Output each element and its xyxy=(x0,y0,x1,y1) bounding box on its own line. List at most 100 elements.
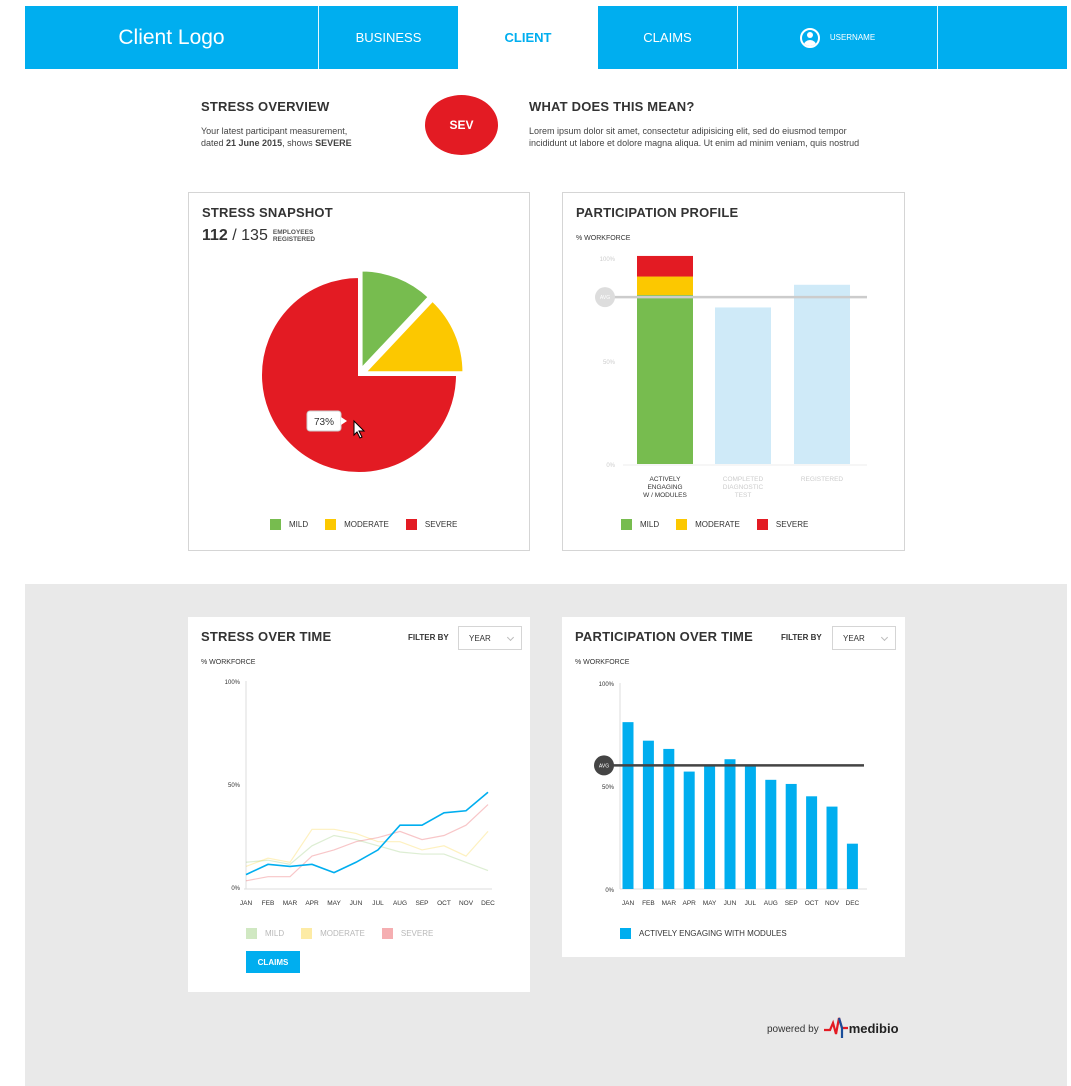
legend-swatch-engaging xyxy=(620,928,631,939)
user-icon xyxy=(799,27,820,48)
stress-x-tick: MAR xyxy=(283,900,298,907)
legend-swatch-mild xyxy=(621,519,632,530)
powered-by: powered by medibio xyxy=(767,1014,899,1038)
participation-x-tick: JUN xyxy=(724,900,737,907)
meaning-text: Lorem ipsum dolor sit amet, consectetur … xyxy=(529,125,859,149)
participation-x-tick: AUG xyxy=(764,900,778,907)
legend-mild: MILD xyxy=(621,519,659,530)
legend-swatch-severe xyxy=(381,928,393,939)
legend-moderate: MODERATE xyxy=(325,519,389,530)
legend-label-moderate: MODERATE xyxy=(695,520,740,529)
participation-x-tick: MAY xyxy=(703,900,717,907)
participation-y-tick: 0% xyxy=(605,888,614,894)
legend-label-mild: MILD xyxy=(289,520,309,529)
legend-severe: SEVERE xyxy=(405,519,457,530)
participation-x-tick: JAN xyxy=(622,900,635,907)
participation-bar xyxy=(724,759,736,889)
stress-x-tick: JUN xyxy=(350,900,363,907)
legend-swatch-moderate xyxy=(325,519,337,530)
stress-time-legend: MILD MODERATE SEVERE xyxy=(246,928,450,939)
legend-swatch-severe xyxy=(756,519,768,530)
stress-x-tick: JAN xyxy=(240,900,253,907)
legend-severe: SEVERE xyxy=(756,519,808,530)
legend-mild[interactable]: MILD xyxy=(246,928,284,939)
legend-moderate[interactable]: MODERATE xyxy=(301,928,365,939)
participation-x-tick: NOV xyxy=(825,900,840,907)
participation-bar xyxy=(785,783,797,889)
stress-series-claims xyxy=(245,791,489,876)
legend-actively-engaging: ACTIVELY ENGAGING WITH MODULES xyxy=(620,928,787,939)
participation-x-tick: MAR xyxy=(662,900,677,907)
profile-bar-diagnostic xyxy=(715,307,771,464)
nav-claims-tab[interactable]: CLAIMS xyxy=(598,6,737,69)
top-nav: Client Logo BUSINESS CLIENT CLAIMS USERN… xyxy=(25,6,1067,69)
claims-button[interactable]: CLAIMS xyxy=(246,951,300,973)
stress-x-tick: MAY xyxy=(327,900,341,907)
meaning-line1: Lorem ipsum dolor sit amet, consectetur … xyxy=(529,126,847,136)
severity-badge: SEV xyxy=(425,95,498,155)
stress-overview-text: Your latest participant measurement, dat… xyxy=(201,125,352,149)
participation-x-tick: SEP xyxy=(785,900,798,907)
stress-over-time-card: STRESS OVER TIME FILTER BY YEAR % WORKFO… xyxy=(188,617,530,992)
participation-profile-card: PARTICIPATION PROFILE % WORKFORCE 100% 50… xyxy=(562,192,905,551)
participation-bar xyxy=(663,748,675,889)
participation-y-tick: 100% xyxy=(599,682,615,688)
stress-x-tick: FEB xyxy=(262,900,275,907)
legend-swatch-mild xyxy=(270,519,281,530)
legend-label-moderate: MODERATE xyxy=(344,520,389,529)
stress-level: SEVERE xyxy=(315,138,352,148)
stress-y-tick: 100% xyxy=(225,680,241,686)
profile-category-label: REGISTERED xyxy=(801,476,844,483)
meaning-line2: incididunt ut labore et dolore magna ali… xyxy=(529,138,860,148)
meaning-title: WHAT DOES THIS MEAN? xyxy=(529,99,695,114)
stress-x-tick: DEC xyxy=(481,900,495,907)
participation-bar xyxy=(704,765,716,889)
profile-bar-segment-moderate xyxy=(637,276,693,296)
profile-y-tick: 100% xyxy=(600,257,616,263)
profile-category-label: W / MODULES xyxy=(643,492,687,499)
stress-x-tick: SEP xyxy=(415,900,428,907)
participation-bar xyxy=(826,806,838,889)
participation-x-tick: DEC xyxy=(846,900,860,907)
participation-bar xyxy=(642,740,654,889)
legend-swatch-moderate xyxy=(301,928,313,939)
stress-x-tick: OCT xyxy=(437,900,451,907)
profile-y-tick: 0% xyxy=(606,463,615,469)
pie-tooltip-label: 73% xyxy=(314,417,334,428)
legend-swatch-moderate xyxy=(676,519,688,530)
profile-category-label: DIAGNOSTIC xyxy=(723,484,764,491)
medibio-logo-icon xyxy=(823,1017,848,1038)
profile-category-label: COMPLETED xyxy=(723,476,764,483)
nav-client-tab[interactable]: CLIENT xyxy=(458,6,598,69)
overview-mid: , shows xyxy=(282,138,316,148)
overview-prefix: dated xyxy=(201,138,227,148)
profile-bar-segment-mild xyxy=(637,295,693,464)
trends-section xyxy=(25,584,1067,1086)
powered-by-text: powered by xyxy=(767,1024,819,1035)
client-logo[interactable]: Client Logo xyxy=(25,6,318,69)
stress-x-tick: NOV xyxy=(459,900,474,907)
legend-label-severe: SEVERE xyxy=(400,929,434,938)
participation-x-tick: APR xyxy=(683,900,697,907)
username: USERNAME xyxy=(829,33,876,42)
stress-overview-title: STRESS OVERVIEW xyxy=(201,99,330,114)
participation-over-time-chart: 100% 50% 0% JAN FEB MAR APR MAY JUN JUL AUG SEP OCT N… xyxy=(594,682,867,907)
legend-swatch-mild xyxy=(246,928,257,939)
legend-severe[interactable]: SEVERE xyxy=(381,928,434,939)
legend-moderate: MODERATE xyxy=(676,519,740,530)
legend-label-engaging: ACTIVELY ENGAGING WITH MODULES xyxy=(639,929,787,938)
legend-swatch-severe xyxy=(405,519,417,530)
participation-bar xyxy=(683,771,695,889)
legend-mild: MILD xyxy=(270,519,308,530)
stress-x-tick: APR xyxy=(305,900,319,907)
user-menu[interactable]: USERNAME xyxy=(738,6,937,69)
legend-label-mild: MILD xyxy=(265,929,285,938)
nav-business-tab[interactable]: BUSINESS xyxy=(319,6,458,69)
participation-bar xyxy=(622,722,634,889)
stress-snapshot-card: STRESS SNAPSHOT 112 / 135 EMPLOYEES REGI… xyxy=(188,192,530,551)
medibio-brand: medibio xyxy=(848,1021,899,1036)
participation-bar xyxy=(846,843,858,889)
stress-pie-chart: 73% xyxy=(260,269,465,474)
nav-divider xyxy=(937,6,938,69)
profile-category-label: ACTIVELY xyxy=(650,476,682,483)
